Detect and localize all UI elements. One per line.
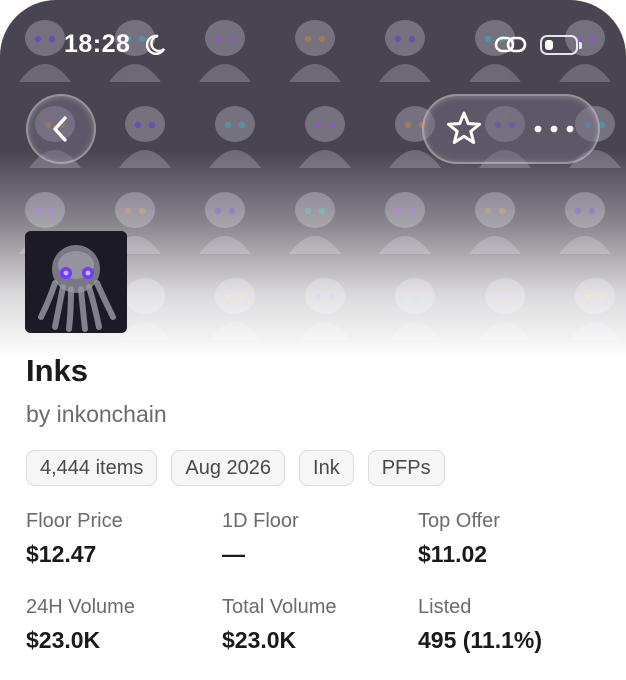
date-chip[interactable]: Aug 2026 <box>171 450 286 486</box>
collection-avatar <box>25 231 127 333</box>
stat-floor-price: Floor Price $12.47 <box>26 509 216 569</box>
moon-icon <box>145 34 166 55</box>
collection-tags: 4,444 items Aug 2026 Ink PFPs <box>26 450 445 486</box>
stat-value: $11.02 <box>418 541 488 567</box>
chain-chip[interactable]: Ink <box>299 450 354 486</box>
chevron-left-icon <box>53 116 67 142</box>
stat-value: — <box>222 541 245 567</box>
stat-label: Top Offer <box>418 510 500 532</box>
stat-top-offer: Top Offer $11.02 <box>418 509 608 569</box>
collection-title: Inks <box>26 353 89 388</box>
action-pill <box>422 94 600 164</box>
creator-link[interactable]: by inkonchain <box>26 401 167 428</box>
octopus-artwork <box>25 231 127 333</box>
link-icon <box>494 36 527 53</box>
stat-24h-volume: 24H Volume $23.0K <box>26 595 216 655</box>
stat-label: Total Volume <box>222 596 337 618</box>
stat-label: Floor Price <box>26 510 123 532</box>
back-button[interactable] <box>26 94 96 164</box>
stat-label: Listed <box>418 596 472 618</box>
battery-cap <box>579 42 582 49</box>
stat-1d-floor: 1D Floor — <box>222 509 412 569</box>
items-count-chip[interactable]: 4,444 items <box>26 450 158 486</box>
battery-icon <box>540 35 582 55</box>
stat-total-volume: Total Volume $23.0K <box>222 595 412 655</box>
battery-level <box>545 40 553 50</box>
stat-listed: Listed 495 (11.1%) <box>418 595 608 655</box>
stat-label: 24H Volume <box>26 596 135 618</box>
stat-value: 495 (11.1%) <box>418 627 543 653</box>
stat-label: 1D Floor <box>222 510 299 532</box>
ellipsis-icon <box>534 125 574 133</box>
collection-screen: 18:28 Inks by inkonchain 4,444 items Aug… <box>0 0 626 680</box>
stat-value: $23.0K <box>222 627 297 653</box>
stat-value: $23.0K <box>26 627 101 653</box>
stat-value: $12.47 <box>26 541 97 567</box>
category-chip[interactable]: PFPs <box>367 450 445 486</box>
more-button[interactable] <box>532 112 576 146</box>
star-icon[interactable] <box>444 109 484 149</box>
status-time: 18:28 <box>64 30 131 58</box>
status-icons <box>494 34 582 56</box>
